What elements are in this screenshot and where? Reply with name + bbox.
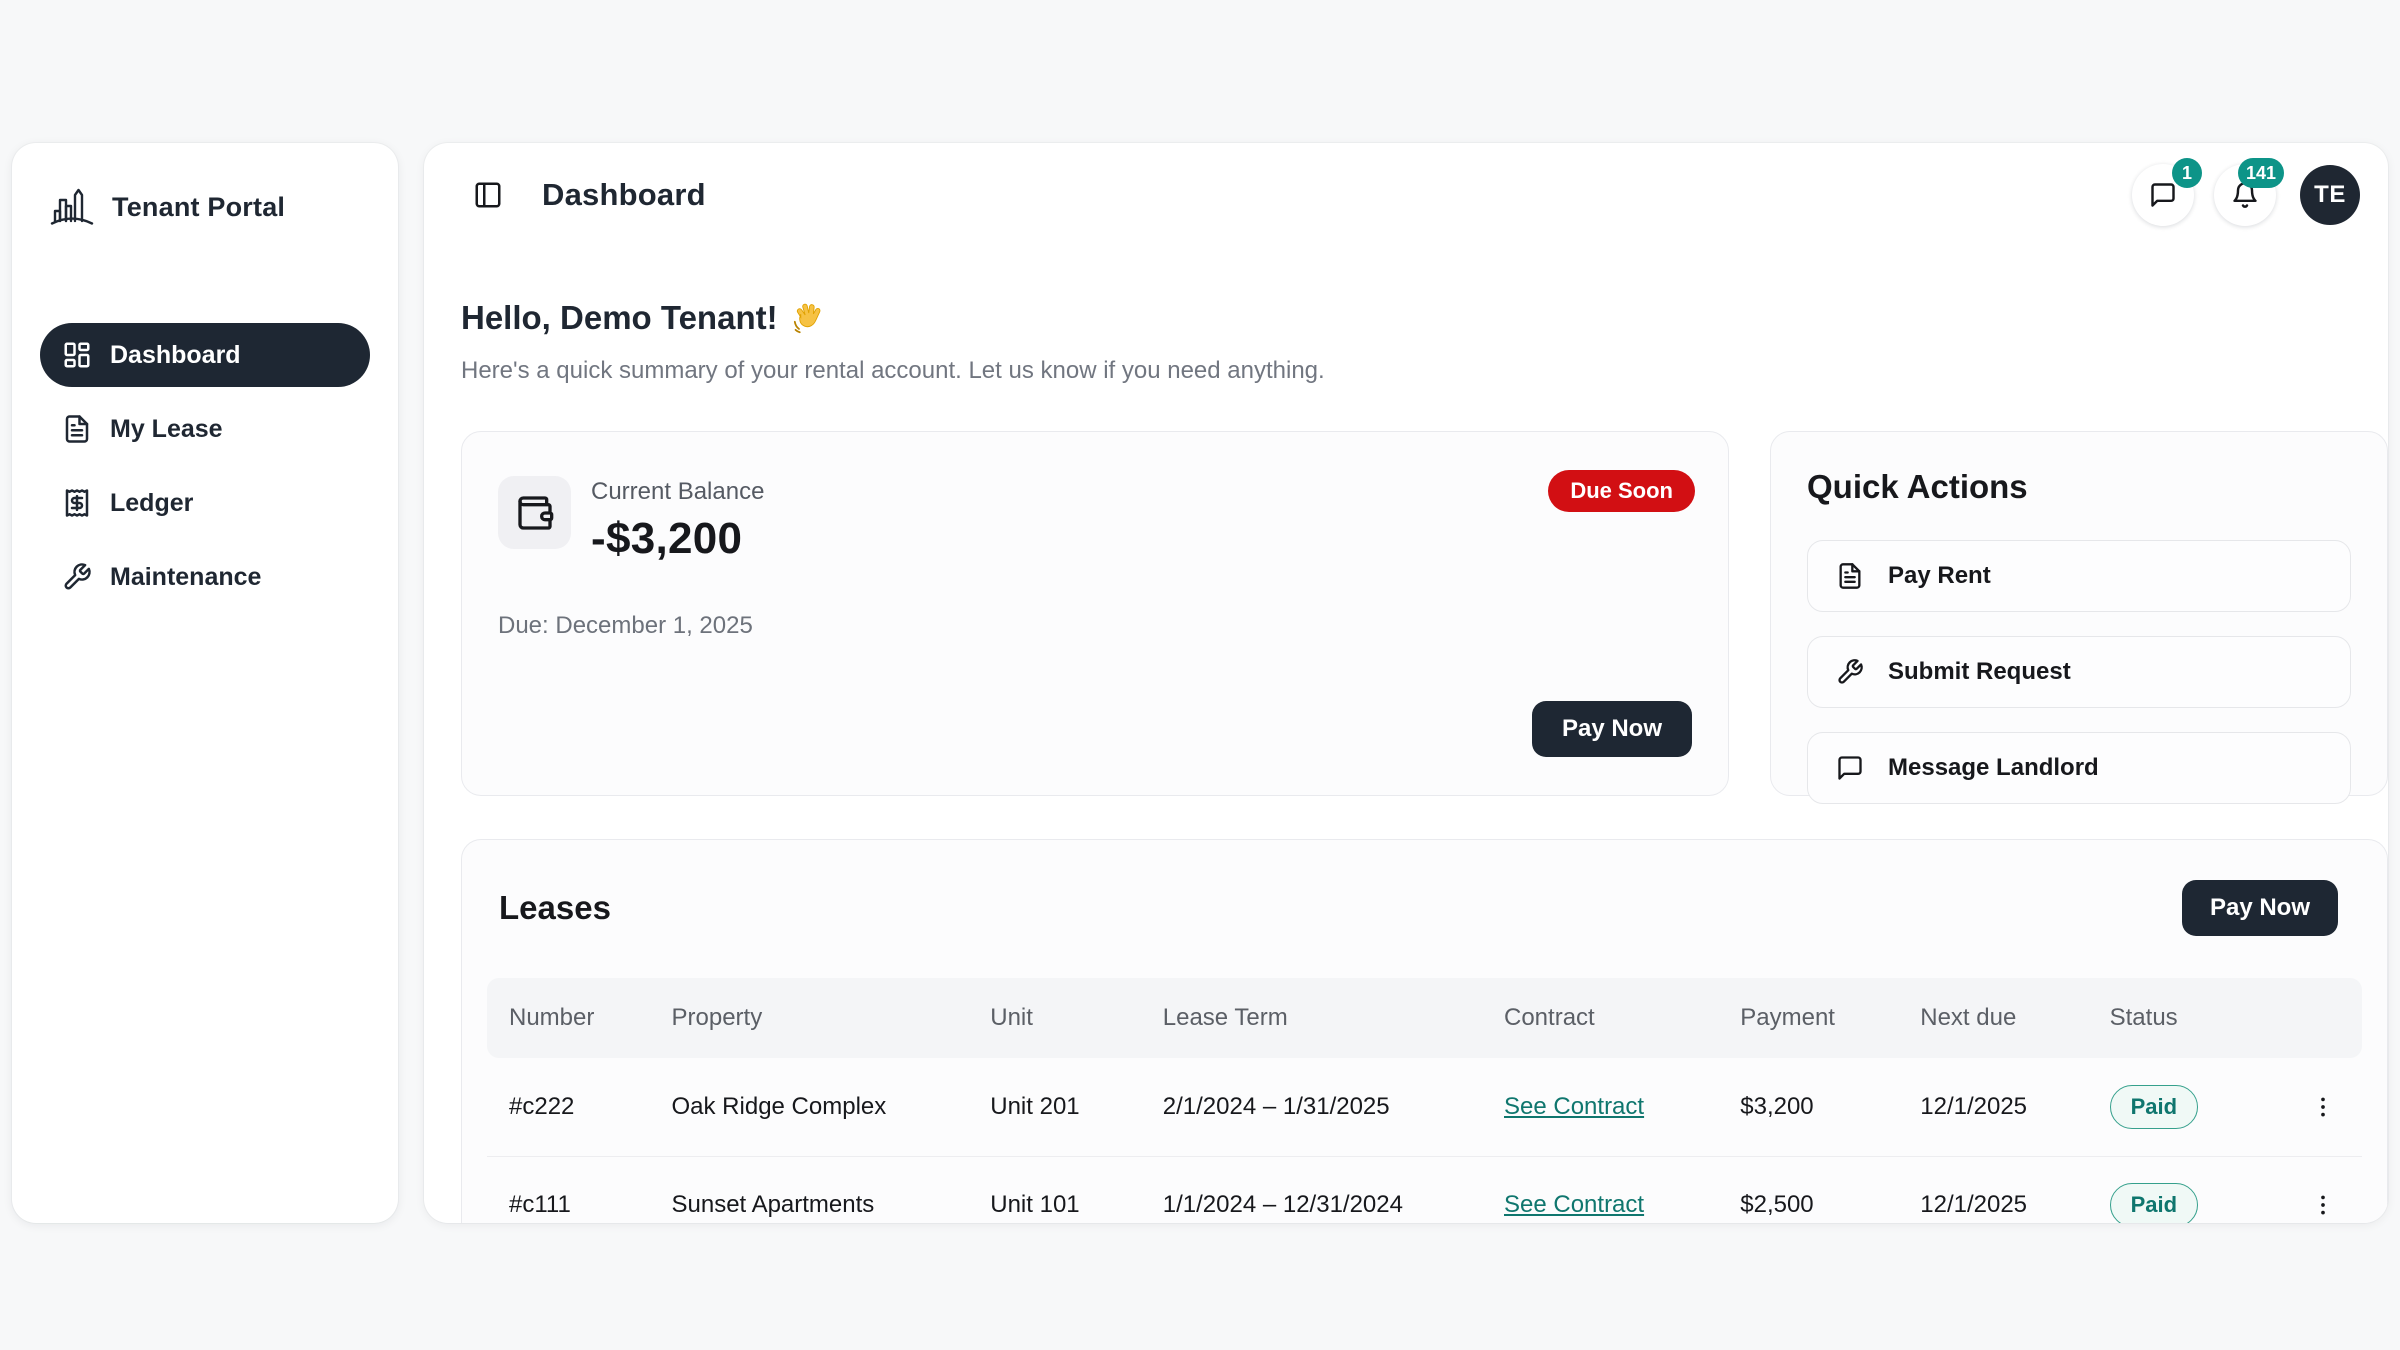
col-status: Status (2098, 978, 2289, 1058)
status-badge: Paid (2110, 1183, 2198, 1223)
submit-request-button[interactable]: Submit Request (1807, 636, 2351, 708)
sidebar-item-label: Ledger (110, 489, 193, 518)
pay-rent-button[interactable]: Pay Rent (1807, 540, 2351, 612)
content: Hello, Demo Tenant! Here's a quick summa… (424, 247, 2388, 1223)
messages-button[interactable]: 1 (2132, 164, 2194, 226)
cell-unit: Unit 201 (978, 1058, 1151, 1156)
greeting-subtitle: Here's a quick summary of your rental ac… (461, 357, 2388, 385)
brand: Tenant Portal (40, 183, 370, 231)
due-date-text: Due: December 1, 2025 (498, 612, 1692, 640)
sidebar-item-label: My Lease (110, 415, 223, 444)
sidebar-item-label: Maintenance (110, 563, 261, 592)
cell-next-due: 12/1/2025 (1908, 1156, 2097, 1223)
col-lease-term: Lease Term (1151, 978, 1492, 1058)
greeting-title: Hello, Demo Tenant! (461, 299, 2388, 337)
table-row: #c111 Sunset Apartments Unit 101 1/1/202… (487, 1156, 2362, 1223)
quick-actions-title: Quick Actions (1807, 468, 2351, 506)
see-contract-link[interactable]: See Contract (1504, 1191, 1644, 1218)
pay-now-button[interactable]: Pay Now (1532, 701, 1692, 757)
file-text-icon (1836, 562, 1864, 590)
col-property: Property (660, 978, 979, 1058)
chat-bubble-icon (2149, 181, 2177, 209)
table-row: #c222 Oak Ridge Complex Unit 201 2/1/202… (487, 1058, 2362, 1156)
cell-lease-term: 1/1/2024 – 12/31/2024 (1151, 1156, 1492, 1223)
leases-title: Leases (499, 889, 611, 927)
sidebar-nav: Dashboard My Lease Ledger (40, 323, 370, 609)
summary-row: Current Balance -$3,200 Due Soon Due: De… (461, 431, 2388, 796)
col-payment: Payment (1728, 978, 1908, 1058)
cell-payment: $2,500 (1728, 1156, 1908, 1223)
balance-label: Current Balance (591, 478, 764, 506)
leases-table: Number Property Unit Lease Term Contract… (487, 978, 2362, 1223)
sidebar-item-label: Dashboard (110, 341, 241, 370)
file-text-icon (62, 414, 92, 444)
col-contract: Contract (1492, 978, 1728, 1058)
avatar[interactable]: TE (2300, 165, 2360, 225)
wallet-icon (498, 476, 571, 549)
wave-emoji-icon (790, 300, 826, 336)
page-title: Dashboard (542, 177, 706, 213)
quick-actions-list: Pay Rent Submit Request (1807, 540, 2351, 804)
notifications-button[interactable]: 141 (2214, 164, 2276, 226)
sidebar: Tenant Portal Dashboard My Lease (12, 143, 398, 1223)
col-next-due: Next due (1908, 978, 2097, 1058)
messages-count-badge: 1 (2172, 158, 2202, 188)
cell-payment: $3,200 (1728, 1058, 1908, 1156)
leases-card: Leases Pay Now Number Property Unit Leas… (461, 839, 2388, 1223)
topbar-actions: 1 141 TE (2132, 164, 2372, 226)
col-unit: Unit (978, 978, 1151, 1058)
chat-bubble-icon (1836, 754, 1864, 782)
sidebar-item-dashboard[interactable]: Dashboard (40, 323, 370, 387)
receipt-dollar-icon (62, 488, 92, 518)
balance-amount: -$3,200 (591, 514, 764, 564)
status-badge: Paid (2110, 1085, 2198, 1129)
cell-lease-term: 2/1/2024 – 1/31/2025 (1151, 1058, 1492, 1156)
wrench-icon (62, 562, 92, 592)
cell-property: Oak Ridge Complex (660, 1058, 979, 1156)
topbar: Dashboard 1 141 TE (424, 143, 2388, 247)
dashboard-grid-icon (62, 340, 92, 370)
row-menu-button[interactable] (2301, 1085, 2345, 1129)
cell-property: Sunset Apartments (660, 1156, 979, 1223)
sidebar-item-my-lease[interactable]: My Lease (40, 397, 370, 461)
col-number: Number (487, 978, 660, 1058)
leases-pay-now-button[interactable]: Pay Now (2182, 880, 2338, 936)
balance-card: Current Balance -$3,200 Due Soon Due: De… (461, 431, 1729, 796)
main-panel: Dashboard 1 141 TE (424, 143, 2388, 1223)
notifications-count-badge: 141 (2238, 158, 2284, 188)
message-landlord-button[interactable]: Message Landlord (1807, 732, 2351, 804)
brand-title: Tenant Portal (112, 192, 285, 223)
cell-number: #c111 (487, 1156, 660, 1223)
sidebar-item-maintenance[interactable]: Maintenance (40, 545, 370, 609)
buildings-logo-icon (48, 183, 96, 231)
wrench-icon (1836, 658, 1864, 686)
sidebar-item-ledger[interactable]: Ledger (40, 471, 370, 535)
due-soon-badge: Due Soon (1548, 470, 1695, 512)
cell-next-due: 12/1/2025 (1908, 1058, 2097, 1156)
row-menu-button[interactable] (2301, 1183, 2345, 1223)
cell-number: #c222 (487, 1058, 660, 1156)
table-header-row: Number Property Unit Lease Term Contract… (487, 978, 2362, 1058)
sidebar-toggle-icon[interactable] (464, 171, 512, 219)
cell-unit: Unit 101 (978, 1156, 1151, 1223)
table-body: #c222 Oak Ridge Complex Unit 201 2/1/202… (487, 1058, 2362, 1223)
see-contract-link[interactable]: See Contract (1504, 1093, 1644, 1120)
quick-actions-card: Quick Actions Pay Rent (1770, 431, 2388, 796)
